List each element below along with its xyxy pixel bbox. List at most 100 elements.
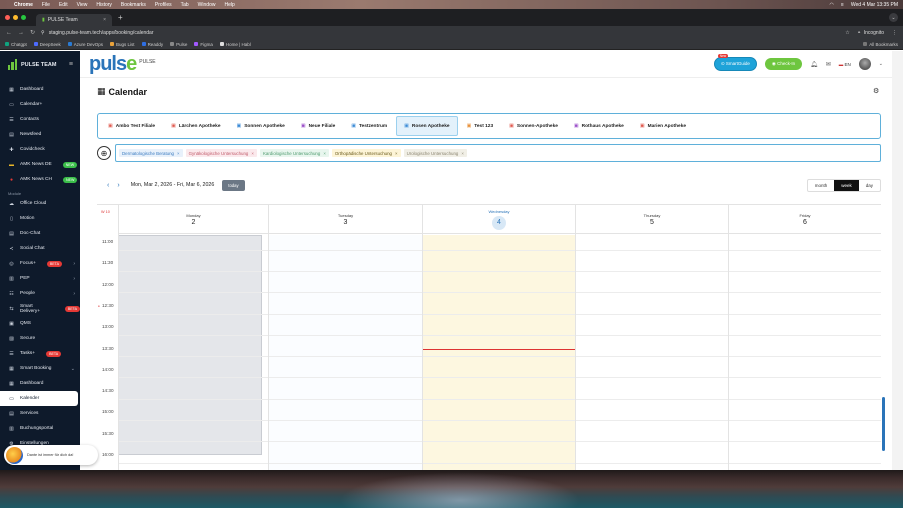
minimize-window-button[interactable] [13,15,18,20]
chevron-right-icon[interactable]: › [73,306,75,312]
window-scrollbar[interactable] [892,51,903,470]
sidebar-item-amk-news-ch[interactable]: ● AMK News CH NEW [0,172,80,187]
sidebar-item-calendar[interactable]: ▭ Calendar+ [0,97,80,112]
sidebar-item-amk-news-de[interactable]: ▬ AMK News DE NEW [0,157,80,172]
location-tab[interactable]: ▣ Neue Filiale [294,116,342,136]
menubar-item[interactable]: Window [198,2,216,8]
day-header[interactable]: Tuesday 3 [269,205,422,234]
reload-icon[interactable]: ↻ [30,29,35,36]
sidebar-item-people[interactable]: ☷ People › [0,286,80,301]
sidebar-item-motion[interactable]: ▯ Motion [0,211,80,226]
smartguide-button[interactable]: New ⊙ SmartGuide [713,54,757,71]
remove-chip-icon[interactable]: × [251,151,254,156]
location-tab[interactable]: ▣ Testzentrum [344,116,394,136]
bookmark-item[interactable]: Figma [194,42,213,47]
sidebar-item-smart-delivery[interactable]: ⇆ Smart Delivery+ BETA › [0,301,80,316]
back-icon[interactable]: ← [6,30,12,36]
day-header[interactable]: Wednesday 4 [423,205,575,234]
sidebar-item-focus[interactable]: ◎ Focus+ BETA › [0,256,80,271]
sidebar-item-dashboard[interactable]: ▦ Dashboard [0,82,80,97]
location-tab[interactable]: ▣ Rothaus Apotheke [567,116,631,136]
url-text[interactable]: staging.pulse-team.tech/apps/booking/cal… [49,30,154,36]
pulse-logo[interactable]: pulse PULSE [89,54,156,74]
menubar-item[interactable]: Bookmarks [121,2,146,8]
bookmark-item[interactable]: Chatgpt [5,42,27,47]
sidebar-item-pep[interactable]: ▥ PEP › [0,271,80,286]
menubar-item[interactable]: View [77,2,88,8]
view-day-button[interactable]: day [859,180,880,191]
day-column[interactable]: Friday 6 [728,205,881,470]
day-column[interactable]: Monday 2 [118,205,268,470]
bookmark-star-icon[interactable]: ☆ [845,30,849,36]
filter-chip[interactable]: Gynäkologische Untersuchung × [185,149,257,157]
day-header[interactable]: Monday 2 [119,205,268,234]
close-tab-icon[interactable]: × [103,17,106,23]
close-window-button[interactable] [5,15,10,20]
today-button[interactable]: today [222,179,245,191]
wifi-icon[interactable]: ◠ [830,2,834,8]
location-tab[interactable]: ▣ Test 123 [460,116,501,136]
remove-chip-icon[interactable]: × [177,151,180,156]
sidebar-item-covidcheck[interactable]: ✚ Covidcheck [0,142,80,157]
bookmark-item[interactable]: DeepSeek [33,42,61,47]
bell-icon[interactable]: 🔔︎ [810,61,818,68]
bookmark-item[interactable]: Home | Habl [219,42,251,47]
view-week-button[interactable]: week [834,179,859,191]
prev-week-icon[interactable]: ‹ [107,182,109,189]
language-selector[interactable]: ▬ EN [839,62,851,67]
browser-menu-icon[interactable]: ⋮ [892,30,897,36]
filter-chip[interactable]: Orthopädische Untersuchung × [331,149,401,157]
bookmark-item[interactable]: Pulse [170,42,187,47]
add-filter-button[interactable]: ⊕ [97,146,111,160]
location-tab[interactable]: ▣ Sonnen Apotheke [230,116,292,136]
sidebar-item-office-cloud[interactable]: ☁ Office Cloud [0,196,80,211]
menubar-item[interactable]: Tab [181,2,189,8]
sidebar-item-services[interactable]: ▤ Services [0,406,80,421]
remove-chip-icon[interactable]: × [323,151,326,156]
sidebar-item-secure[interactable]: ▨ Secure [0,331,80,346]
assistant-toast[interactable]: Dante ist immer für dich da! [4,445,98,465]
menubar-clock[interactable]: Wed 4 Mar 13:35 PM [851,2,898,8]
sidebar-item-newsfeed[interactable]: ▤ Newsfeed [0,127,80,142]
url-field[interactable]: ⚲ staging.pulse-team.tech/apps/booking/c… [41,30,153,36]
mail-icon[interactable]: ✉ [826,61,831,68]
all-bookmarks[interactable]: All Bookmarks [863,42,898,47]
chevron-right-icon[interactable]: › [73,276,75,282]
day-column[interactable]: Thursday 5 [575,205,728,470]
chevron-down-icon[interactable]: ⌄ [71,366,75,372]
menubar-item[interactable]: Profiles [155,2,172,8]
sidebar-item-tasks[interactable]: ☰ Tasks+ BETA [0,346,80,361]
location-tab[interactable]: ▣ Ambo Test Filiale [101,116,162,136]
bookmark-item[interactable]: Azure DevOps [67,42,103,47]
page-scrollbar-thumb[interactable] [882,397,885,451]
sidebar-item-dashboard[interactable]: ▦ Dashboard [0,376,80,391]
filter-chip[interactable]: Dermatologische Beratung × [119,149,183,157]
menubar-item[interactable]: Help [224,2,234,8]
next-week-icon[interactable]: › [117,182,119,189]
forward-icon[interactable]: → [18,30,24,36]
day-column[interactable]: Tuesday 3 [268,205,422,470]
chevron-right-icon[interactable]: › [73,291,75,297]
sidebar-item-buchungsportal[interactable]: ▥ Buchungsportal [0,421,80,436]
location-tab[interactable]: ▣ Lärchen Apotheke [164,116,227,136]
browser-tab[interactable]: ▮ PULSE Team × [36,14,112,26]
menubar-item[interactable]: File [42,2,50,8]
assistant-avatar[interactable] [6,446,23,464]
incognito-indicator[interactable]: ◓ Incognito [858,30,884,36]
day-header[interactable]: Thursday 5 [576,205,728,234]
bookmark-item[interactable]: Readdy [141,42,163,47]
view-month-button[interactable]: month [808,180,835,191]
checkin-button[interactable]: ◉ Check-In [764,58,803,70]
chevron-right-icon[interactable]: › [73,261,75,267]
site-info-icon[interactable]: ⚲ [41,30,45,36]
sidebar-item-doc-chat[interactable]: ▤ Doc-Chat [0,226,80,241]
chevron-down-icon[interactable]: ⌄ [879,61,883,67]
hamburger-icon[interactable]: ≡ [69,61,73,68]
menubar-item[interactable]: Edit [59,2,68,8]
gear-icon[interactable]: ⚙ [873,87,879,95]
location-tab[interactable]: ▣ Rosen Apotheke [396,116,458,136]
day-header[interactable]: Friday 6 [729,205,881,234]
user-avatar[interactable] [858,58,871,70]
sidebar-item-qms[interactable]: ▣ QMS [0,316,80,331]
sidebar-item-contacts[interactable]: ☰ Contacts [0,112,80,127]
